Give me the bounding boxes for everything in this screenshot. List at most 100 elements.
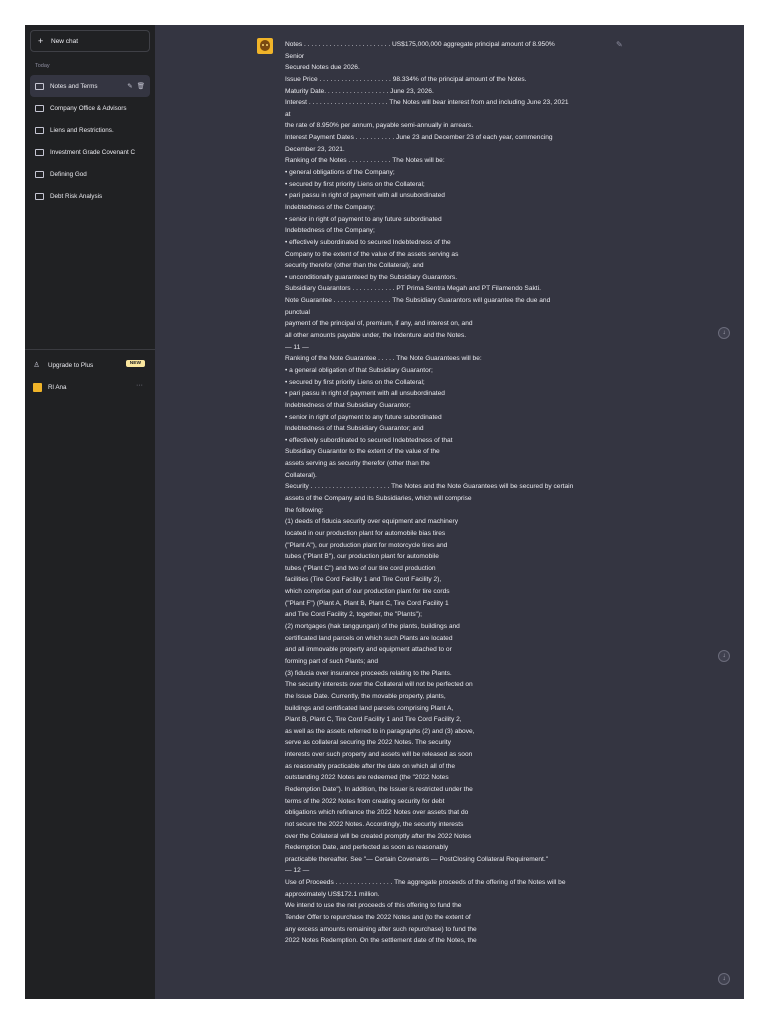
sidebar-item-label: Notes and Terms — [50, 82, 98, 90]
message-line: the Issue Date. Currently, the movable p… — [285, 692, 446, 700]
sidebar-item-label: Liens and Restrictions. — [50, 126, 114, 134]
item-actions: ✎ 🗑 — [127, 82, 145, 90]
message-line: Ranking of the Notes . . . . . . . . . .… — [285, 157, 445, 165]
message-line: • unconditionally guaranteed by the Subs… — [285, 273, 458, 281]
message-line: buildings and certificated land parcels … — [285, 704, 454, 712]
chat-bubble-icon — [35, 126, 44, 134]
message-line: The security interests over the Collater… — [285, 681, 473, 689]
new-chat-button[interactable]: + New chat — [30, 30, 150, 52]
scroll-down-button[interactable]: ↓ — [718, 973, 730, 985]
chat-bubble-icon — [35, 170, 44, 178]
message-line: Indebtedness of that Subsidiary Guaranto… — [285, 425, 424, 433]
message-line: Collateral). — [285, 471, 317, 479]
message-line: punctual — [285, 308, 310, 316]
message-line: December 23, 2021. — [285, 145, 345, 153]
message-line: Senior — [285, 52, 305, 60]
sidebar-footer: ♙ Upgrade to Plus NEW Rl Ana ··· — [25, 349, 155, 392]
chat-bubble-icon — [35, 82, 44, 90]
message-line: • secured by first priority Liens on the… — [285, 180, 425, 188]
chat-history-list: Notes and Terms ✎ 🗑 Company Office & Adv… — [30, 75, 150, 207]
message-line: We intend to use the net proceeds of thi… — [285, 902, 462, 910]
user-menu[interactable]: Rl Ana ··· — [33, 380, 149, 394]
section-label-today: Today — [35, 63, 50, 69]
scroll-down-button[interactable]: ↓ — [718, 650, 730, 662]
message-line: • pari passu in right of payment with al… — [285, 390, 445, 398]
message-line: Company to the extent of the value of th… — [285, 250, 459, 258]
sidebar-item-label: Defining God — [50, 170, 87, 178]
message-line: — 12 — — [285, 867, 310, 875]
message-line: assets of the Company and its Subsidiari… — [285, 494, 472, 502]
upgrade-label: Upgrade to Plus — [48, 361, 94, 369]
sidebar-item-liens-and-restrictions[interactable]: Liens and Restrictions. — [30, 119, 150, 141]
sidebar-item-investment-grade-covenant[interactable]: Investment Grade Covenant C — [30, 141, 150, 163]
message-line: as reasonably practicable after the date… — [285, 762, 456, 770]
message-line: Indebtedness of the Company; — [285, 227, 375, 235]
user-avatar — [257, 38, 273, 54]
message-line: (3) fiducia over insurance proceeds rela… — [285, 669, 452, 677]
upgrade-to-plus-button[interactable]: ♙ Upgrade to Plus NEW — [33, 358, 149, 372]
sidebar-item-defining-god[interactable]: Defining God — [30, 163, 150, 185]
avatar-eye — [262, 44, 264, 46]
message-line: Tender Offer to repurchase the 2022 Note… — [285, 914, 471, 922]
message-line: • secured by first priority Liens on the… — [285, 378, 425, 386]
message-line: Notes . . . . . . . . . . . . . . . . . … — [285, 41, 555, 48]
message-line: Security . . . . . . . . . . . . . . . .… — [285, 483, 574, 491]
message-line: any excess amounts remaining after such … — [285, 925, 477, 933]
sidebar-item-notes-and-terms[interactable]: Notes and Terms ✎ 🗑 — [30, 75, 150, 97]
message-line: assets serving as security therefor (oth… — [285, 460, 430, 468]
message-line: and all immovable property and equipment… — [285, 646, 452, 654]
message-line: Plant B, Plant C, Tire Cord Facility 1 a… — [285, 716, 462, 724]
message-line: as well as the assets referred to in par… — [285, 727, 475, 735]
message-line: located in our production plant for auto… — [285, 529, 446, 537]
chat-bubble-icon — [35, 148, 44, 156]
message-line: tubes ("Plant B"), our production plant … — [285, 553, 439, 561]
sidebar-item-label: Company Office & Advisors — [50, 104, 127, 112]
message-line: • effectively subordinated to secured In… — [285, 238, 451, 246]
sidebar-item-debt-risk-analysis[interactable]: Debt Risk Analysis — [30, 185, 150, 207]
person-icon: ♙ — [33, 362, 40, 369]
message-line: forming part of such Plants; and — [285, 657, 379, 665]
message-line: Use of Proceeds . . . . . . . . . . . . … — [285, 879, 566, 887]
message-line: at — [285, 110, 291, 118]
sidebar-item-label: Debt Risk Analysis — [50, 192, 103, 200]
message-line: the rate of 8.950% per annum, payable se… — [285, 122, 474, 130]
message-line: the following: — [285, 506, 324, 514]
message-line: Interest . . . . . . . . . . . . . . . .… — [285, 99, 569, 107]
message-line: Ranking of the Note Guarantee . . . . . … — [285, 355, 482, 363]
pencil-icon[interactable]: ✎ — [127, 82, 132, 90]
message-line: ("Plant A"), our production plant for mo… — [285, 541, 448, 549]
message-line: and Tire Cord Facility 2, together, the … — [285, 611, 422, 619]
message-line: payment of the principal of, premium, if… — [285, 320, 473, 328]
message-line: • senior in right of payment to any futu… — [285, 413, 442, 421]
message-line: approximately US$172.1 million. — [285, 890, 380, 898]
message-line: facilities (Tire Cord Facility 1 and Tir… — [285, 576, 442, 584]
message-line: • general obligations of the Company; — [285, 169, 395, 177]
message-line: interests over such property and assets … — [285, 751, 473, 759]
message-line: not secure the 2022 Notes. Accordingly, … — [285, 820, 464, 828]
sidebar-item-company-office-advisors[interactable]: Company Office & Advisors — [30, 97, 150, 119]
trash-icon[interactable]: 🗑 — [137, 82, 145, 90]
message-line: practicable thereafter. See "— Certain C… — [285, 855, 549, 863]
message-line: over the Collateral will be created prom… — [285, 832, 472, 840]
more-icon[interactable]: ··· — [136, 382, 143, 389]
message-line: Issue Price . . . . . . . . . . . . . . … — [285, 75, 527, 83]
user-name: Rl Ana — [48, 383, 67, 391]
user-message: Notes . . . . . . . . . . . . . . . . . … — [285, 39, 615, 947]
message-line: terms of the 2022 Notes from creating se… — [285, 797, 445, 805]
new-badge: NEW — [125, 360, 145, 367]
chat-app: + New chat Today Notes and Terms ✎ 🗑 Com… — [25, 25, 744, 999]
message-line: certificated land parcels on which such … — [285, 634, 453, 642]
message-line: Redemption Date, and perfected as soon a… — [285, 844, 449, 852]
message-line: Interest Payment Dates . . . . . . . . .… — [285, 134, 553, 142]
scroll-down-button[interactable]: ↓ — [718, 327, 730, 339]
message-line: security therefor (other than the Collat… — [285, 262, 424, 270]
chat-bubble-icon — [35, 192, 44, 200]
message-line: • pari passu in right of payment with al… — [285, 192, 445, 200]
sidebar: + New chat Today Notes and Terms ✎ 🗑 Com… — [25, 25, 155, 999]
edit-message-icon[interactable]: ✎ — [616, 40, 623, 49]
message-line: serve as collateral securing the 2022 No… — [285, 739, 451, 747]
message-line: all other amounts payable under, the Ind… — [285, 332, 467, 340]
message-line: • senior in right of payment to any futu… — [285, 215, 442, 223]
message-line: • a general obligation of that Subsidiar… — [285, 366, 433, 374]
message-line: obligations which refinance the 2022 Not… — [285, 809, 469, 817]
